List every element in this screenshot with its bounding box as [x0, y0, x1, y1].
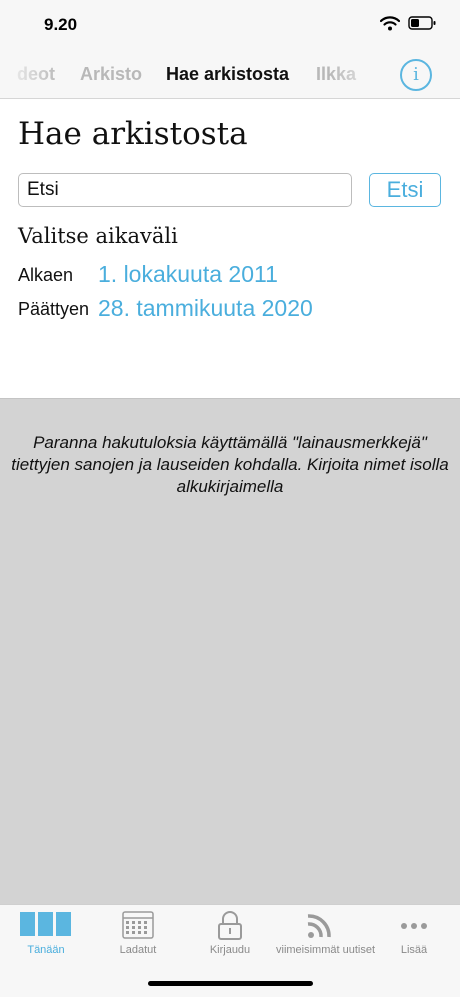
rss-icon	[307, 914, 331, 938]
info-button[interactable]: i	[400, 59, 432, 91]
more-icon	[401, 923, 427, 929]
tabbar-item-downloads[interactable]: Ladatut	[92, 905, 184, 965]
status-bar: 9.20	[0, 0, 460, 50]
start-date-picker[interactable]: 1. lokakuuta 2011	[98, 261, 278, 288]
today-icon	[20, 912, 71, 936]
tab-fade-right	[330, 50, 390, 98]
home-indicator	[148, 981, 313, 986]
search-hint-text: Paranna hakutuloksia käyttämällä "lainau…	[11, 433, 449, 496]
search-input[interactable]	[18, 173, 352, 207]
tabbar-label-downloads: Ladatut	[119, 944, 157, 956]
tabbar-item-more[interactable]: Lisää	[368, 905, 460, 965]
info-icon: i	[413, 64, 419, 85]
tabbar-label-more: Lisää	[400, 944, 428, 956]
page-title: Hae arkistosta	[18, 116, 248, 152]
start-date-label: Alkaen	[18, 265, 74, 285]
tabbar-item-login[interactable]: Kirjaudu	[184, 905, 276, 965]
date-range-heading: Valitse aikaväli	[18, 224, 178, 248]
battery-icon	[408, 16, 436, 30]
end-date-picker[interactable]: 28. tammikuuta 2020	[98, 295, 313, 322]
wifi-icon	[380, 16, 400, 31]
search-button[interactable]: Etsi	[369, 173, 441, 207]
tab-arkisto[interactable]: Arkisto	[80, 64, 142, 85]
tabbar-label-latest-news: viimeisimmät uutiset	[276, 944, 376, 956]
tabbar-item-latest-news[interactable]: viimeisimmät uutiset	[276, 905, 376, 965]
tabbar-label-today: Tänään	[27, 944, 65, 956]
tabbar-label-login: Kirjaudu	[209, 944, 251, 956]
lock-icon	[218, 911, 242, 940]
end-date-label: Päättyen	[18, 299, 90, 319]
tab-fade-left	[0, 50, 60, 98]
search-hint-panel: Paranna hakutuloksia käyttämällä "lainau…	[0, 398, 460, 905]
top-tab-strip[interactable]: deot Arkisto Hae arkistosta Ilkka	[0, 50, 460, 99]
calendar-icon	[122, 911, 154, 939]
tabbar-item-today[interactable]: Tänään	[0, 905, 92, 965]
tab-hae-arkistosta[interactable]: Hae arkistosta	[166, 64, 289, 85]
status-time: 9.20	[44, 15, 78, 34]
